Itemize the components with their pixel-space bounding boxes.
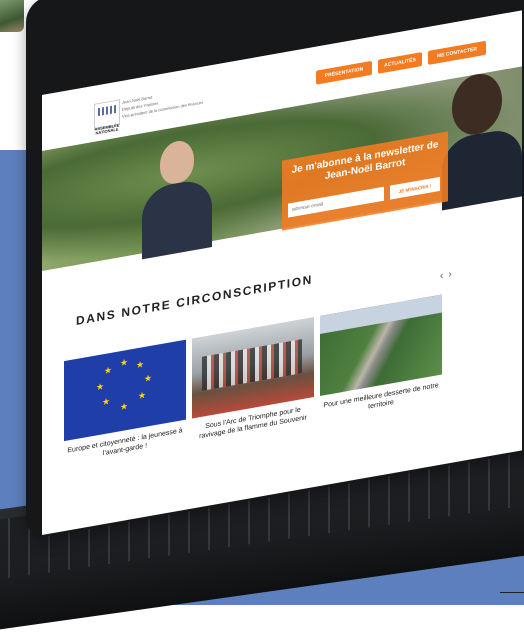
chevron-left-icon[interactable]: ‹ (440, 270, 443, 282)
chevron-right-icon[interactable]: › (448, 269, 451, 281)
news-card[interactable]: ★ ★ ★ ★ ★ ★ ★ ★ Europe et citoyenneté : … (64, 339, 186, 466)
deputy-info: Jean-Noël Barrot Député des Yvelines Vic… (122, 85, 203, 120)
news-card[interactable]: Sous l'Arc de Triomphe pour le ravivage … (192, 317, 314, 443)
email-input[interactable] (288, 186, 384, 218)
person-suit (142, 177, 212, 260)
laptop-mockup: ASSEMBLÉE NATIONALE Jean-Noël Barrot Dép… (0, 0, 524, 632)
nav-contact[interactable]: ME CONTACTER (428, 40, 486, 65)
nav-actualites[interactable]: ACTUALITÉS (378, 51, 422, 74)
divider (500, 592, 524, 593)
eu-flag-image[interactable]: ★ ★ ★ ★ ★ ★ ★ ★ (64, 339, 186, 442)
news-card[interactable]: Pour une meilleure desserte de notre ter… (320, 294, 442, 420)
person-suit (442, 126, 522, 211)
subscribe-button[interactable]: JE M'INSCRIS ! (390, 176, 440, 200)
person-head (160, 138, 194, 187)
aerial-road-photo[interactable] (320, 294, 442, 396)
ceremony-photo[interactable] (192, 317, 314, 419)
person-head (452, 69, 502, 139)
carousel-arrows: ‹ › (440, 268, 457, 282)
hero-person-left (142, 121, 212, 260)
laptop-screen: ASSEMBLÉE NATIONALE Jean-Noël Barrot Dép… (42, 10, 522, 536)
nav-presentation[interactable]: PRÉSENTATION (316, 60, 372, 85)
hero-person-right (442, 66, 522, 211)
section-title: DANS NOTRE CIRCONSCRIPTION (76, 272, 313, 329)
